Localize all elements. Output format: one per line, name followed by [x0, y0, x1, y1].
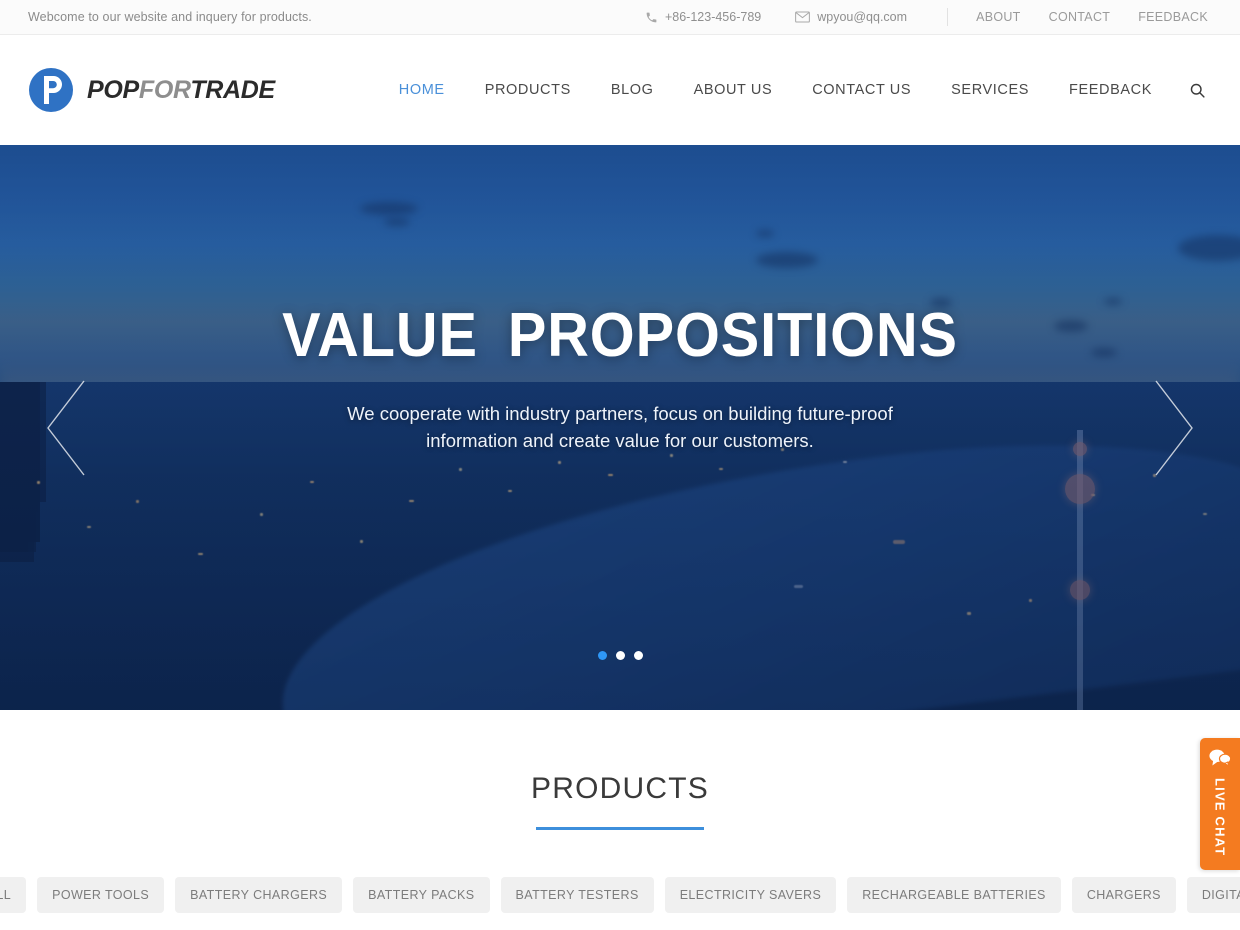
hero-headline: VALUE PROPOSITIONS [282, 301, 958, 370]
topbar-right-group: +86-123-456-789 wpyou@qq.com ABOUT CONTA… [611, 8, 1208, 26]
hero-dot-1[interactable] [597, 651, 607, 660]
topbar-divider [947, 8, 949, 26]
filter-all[interactable]: ALL [0, 877, 27, 913]
filter-rechargeable-batteries[interactable]: RECHARGEABLE BATTERIES [847, 877, 1061, 913]
topbar-links: ABOUT CONTACT FEEDBACK [976, 10, 1208, 24]
live-chat-tab[interactable]: LIVE CHAT [1200, 738, 1240, 871]
hero-prev-arrow[interactable] [38, 373, 98, 483]
nav-item-products[interactable]: PRODUCTS [485, 82, 571, 98]
filter-chargers[interactable]: CHARGERS [1071, 877, 1176, 913]
products-section-title: PRODUCTS [531, 772, 709, 805]
product-category-filters: ALL POWER TOOLS BATTERY CHARGERS BATTERY… [0, 877, 1240, 913]
brand-part-for: FOR [138, 75, 191, 104]
phone-icon [645, 11, 658, 24]
brand-wordmark: POPFORTRADE [87, 76, 275, 105]
products-section: PRODUCTS ALL POWER TOOLS BATTERY CHARGER… [0, 710, 1240, 913]
nav-item-home[interactable]: HOME [399, 82, 445, 98]
top-utility-bar: Webcome to our website and inquery for p… [0, 0, 1240, 35]
filter-battery-packs[interactable]: BATTERY PACKS [353, 877, 490, 913]
live-chat-label: LIVE CHAT [1212, 778, 1228, 857]
nav-item-contact-us[interactable]: CONTACT US [812, 82, 911, 98]
hero-dot-2[interactable] [615, 651, 625, 660]
site-header: POPFORTRADE HOME PRODUCTS BLOG ABOUT US … [0, 35, 1240, 145]
phone-contact[interactable]: +86-123-456-789 [645, 10, 761, 24]
email-address: wpyou@qq.com [817, 10, 908, 24]
filter-battery-chargers[interactable]: BATTERY CHARGERS [175, 877, 343, 913]
search-icon[interactable] [1189, 82, 1206, 99]
filter-electricity-savers[interactable]: ELECTRICITY SAVERS [664, 877, 837, 913]
main-navigation: HOME PRODUCTS BLOG ABOUT US CONTACT US S… [399, 82, 1212, 99]
hero-next-arrow[interactable] [1142, 373, 1202, 483]
nav-item-about-us[interactable]: ABOUT US [694, 82, 773, 98]
brand-logo[interactable]: POPFORTRADE [28, 67, 275, 113]
phone-number: +86-123-456-789 [664, 10, 762, 24]
filter-power-tools[interactable]: POWER TOOLS [37, 877, 165, 913]
nav-item-blog[interactable]: BLOG [611, 82, 654, 98]
filter-digital[interactable]: DIGITAL [1186, 877, 1240, 913]
topbar-link-contact[interactable]: CONTACT [1049, 10, 1111, 24]
email-contact[interactable]: wpyou@qq.com [795, 10, 907, 24]
hero-slider-dots [0, 651, 1240, 660]
chat-bubble-icon [1209, 748, 1232, 772]
hero-subtitle: We cooperate with industry partners, foc… [347, 403, 893, 451]
products-title-underline [536, 827, 704, 830]
hero-content: VALUE PROPOSITIONS We cooperate with ind… [0, 145, 1240, 455]
topbar-link-feedback[interactable]: FEEDBACK [1138, 10, 1208, 24]
filter-battery-testers[interactable]: BATTERY TESTERS [500, 877, 654, 913]
brand-part-trade: TRADE [190, 75, 275, 104]
topbar-link-about[interactable]: ABOUT [976, 10, 1021, 24]
envelope-icon [795, 11, 811, 23]
nav-item-feedback[interactable]: FEEDBACK [1069, 82, 1152, 98]
nav-item-services[interactable]: SERVICES [951, 82, 1029, 98]
hero-dot-3[interactable] [633, 651, 643, 660]
brand-part-pop: POP [87, 75, 139, 104]
popfortrade-logo-icon [28, 67, 74, 113]
welcome-message: Webcome to our website and inquery for p… [28, 10, 312, 24]
hero-slider: VALUE PROPOSITIONS We cooperate with ind… [0, 145, 1240, 710]
